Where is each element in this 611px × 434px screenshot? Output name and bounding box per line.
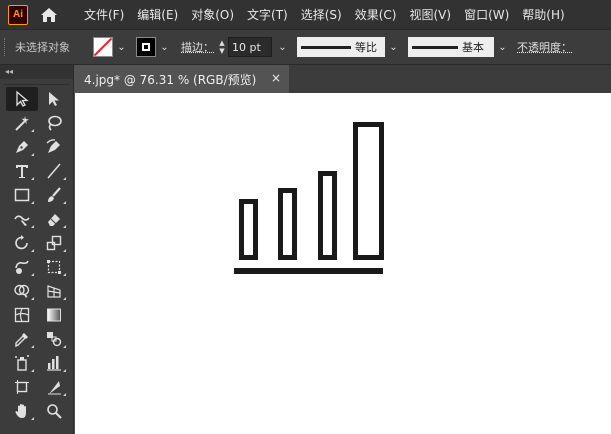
eyedropper-tool-icon[interactable] <box>6 327 38 351</box>
artwork-bar-2[interactable] <box>278 188 297 260</box>
menu-select[interactable]: 选择(S) <box>301 6 342 23</box>
paintbrush-tool-icon[interactable] <box>38 183 70 207</box>
opacity-label[interactable]: 不透明度： <box>517 39 572 55</box>
shaper-tool-icon[interactable] <box>6 207 38 231</box>
stroke-label[interactable]: 描边： <box>181 39 214 55</box>
menu-type[interactable]: 文字(T) <box>247 6 288 23</box>
menu-list: 文件(F) 编辑(E) 对象(O) 文字(T) 选择(S) 效果(C) 视图(V… <box>84 6 578 23</box>
stroke-weight-dropdown-chevron-icon[interactable]: ⌄ <box>276 37 289 57</box>
shape-builder-tool-icon[interactable] <box>6 279 38 303</box>
tools-collapse-icon[interactable]: ◂◂ <box>0 65 73 79</box>
slice-tool-icon[interactable] <box>38 375 70 399</box>
stroke-dropdown-chevron-icon[interactable]: ⌄ <box>158 37 171 57</box>
fill-dropdown-chevron-icon[interactable]: ⌄ <box>115 37 128 57</box>
zoom-tool-icon[interactable] <box>38 399 70 423</box>
menu-effect[interactable]: 效果(C) <box>355 6 397 23</box>
home-button[interactable] <box>38 5 60 25</box>
selection-tool-icon[interactable] <box>6 87 38 111</box>
artwork-bar-1[interactable] <box>239 199 258 260</box>
profile-label: 等比 <box>355 41 377 54</box>
free-transform-tool-icon[interactable] <box>38 255 70 279</box>
artwork-bar-4[interactable] <box>353 122 384 260</box>
mesh-tool-icon[interactable] <box>6 303 38 327</box>
type-tool-icon[interactable] <box>6 159 38 183</box>
line-segment-tool-icon[interactable] <box>38 159 70 183</box>
control-bar: 未选择对象 ⌄ ⌄ 描边： ▲ ▼ 10 pt ⌄ 等比 ⌄ 基本 ⌄ 不透明度： <box>0 29 611 65</box>
menu-file[interactable]: 文件(F) <box>84 6 124 23</box>
brush-line-preview <box>412 45 458 49</box>
home-icon <box>41 7 57 22</box>
close-icon[interactable]: × <box>271 71 281 85</box>
menu-window[interactable]: 窗口(W) <box>464 6 509 23</box>
bar-chart-artwork[interactable] <box>75 93 611 434</box>
menu-edit[interactable]: 编辑(E) <box>137 6 178 23</box>
tools-panel: ◂◂ <box>0 65 74 434</box>
artwork-baseline[interactable] <box>234 268 383 274</box>
gradient-tool-icon[interactable] <box>38 303 70 327</box>
document-tab-bar: 4.jpg* @ 76.31 % (RGB/预览) × <box>75 65 611 93</box>
perspective-grid-tool-icon[interactable] <box>38 279 70 303</box>
brush-definition-select[interactable]: 基本 <box>408 37 494 57</box>
scale-tool-icon[interactable] <box>38 231 70 255</box>
eraser-tool-icon[interactable] <box>38 207 70 231</box>
tools-grid <box>0 85 73 423</box>
artboard-canvas[interactable] <box>75 93 611 434</box>
magic-wand-tool-icon[interactable] <box>6 111 38 135</box>
stroke-swatch[interactable] <box>136 37 156 57</box>
artboard-tool-icon[interactable] <box>6 375 38 399</box>
variable-width-profile-select[interactable]: 等比 <box>297 37 385 57</box>
profile-dropdown-chevron-icon[interactable]: ⌄ <box>387 37 400 57</box>
document-tab-title: 4.jpg* @ 76.31 % (RGB/预览) <box>84 72 257 87</box>
pen-tool-icon[interactable] <box>6 135 38 159</box>
menu-bar: Ai 文件(F) 编辑(E) 对象(O) 文字(T) 选择(S) 效果(C) 视… <box>0 0 611 29</box>
illustrator-window: Ai 文件(F) 编辑(E) 对象(O) 文字(T) 选择(S) 效果(C) 视… <box>0 0 611 434</box>
profile-line-preview <box>301 45 351 49</box>
lasso-tool-icon[interactable] <box>38 111 70 135</box>
column-graph-tool-icon[interactable] <box>38 351 70 375</box>
rectangle-tool-icon[interactable] <box>6 183 38 207</box>
brush-dropdown-chevron-icon[interactable]: ⌄ <box>496 37 509 57</box>
symbol-sprayer-tool-icon[interactable] <box>6 351 38 375</box>
curvature-tool-icon[interactable] <box>38 135 70 159</box>
control-bar-grip[interactable] <box>4 38 7 56</box>
artwork-bar-3[interactable] <box>318 171 337 260</box>
stroke-weight-spinner[interactable]: ▲ ▼ <box>216 37 228 57</box>
menu-help[interactable]: 帮助(H) <box>522 6 564 23</box>
direct-selection-tool-icon[interactable] <box>38 87 70 111</box>
hand-tool-icon[interactable] <box>6 399 38 423</box>
stroke-weight-input[interactable]: 10 pt <box>228 37 272 57</box>
menu-view[interactable]: 视图(V) <box>409 6 451 23</box>
fill-swatch[interactable] <box>93 37 113 57</box>
warp-tool-icon[interactable] <box>6 255 38 279</box>
brush-label: 基本 <box>462 41 484 54</box>
app-logo: Ai <box>8 4 28 25</box>
rotate-tool-icon[interactable] <box>6 231 38 255</box>
menu-object[interactable]: 对象(O) <box>191 6 234 23</box>
selection-state-label: 未选择对象 <box>15 41 70 54</box>
blend-tool-icon[interactable] <box>38 327 70 351</box>
document-tab[interactable]: 4.jpg* @ 76.31 % (RGB/预览) × <box>75 65 289 93</box>
